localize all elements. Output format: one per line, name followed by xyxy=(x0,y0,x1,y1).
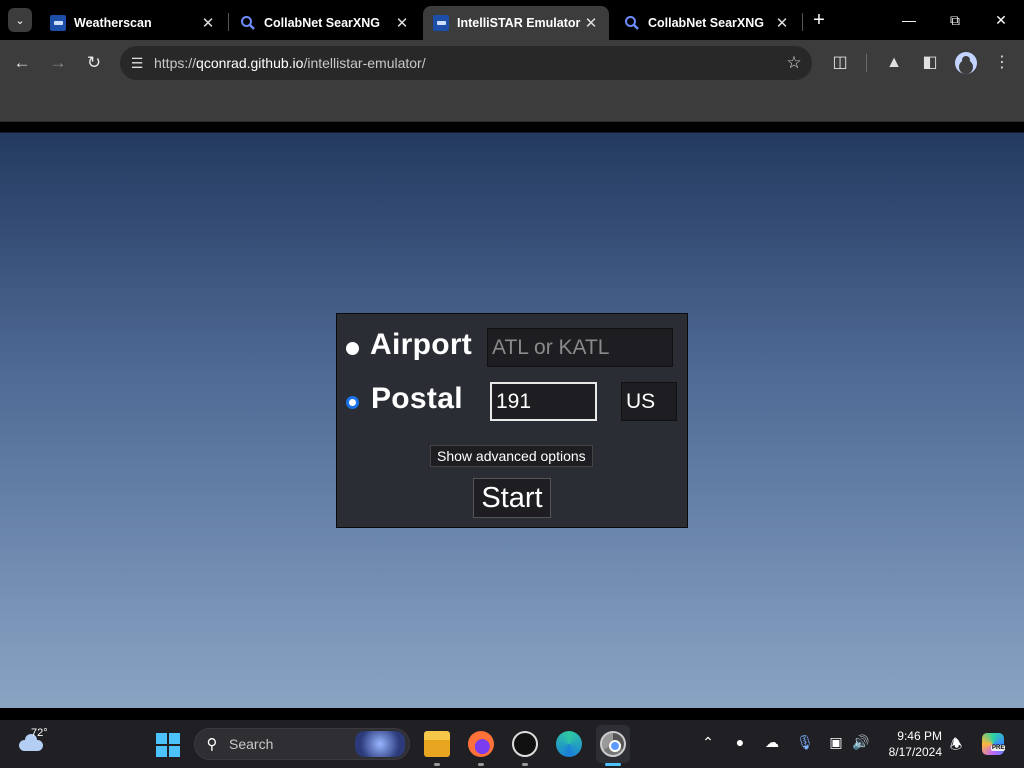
speaker-icon[interactable]: 🔊 xyxy=(851,734,871,751)
copilot-badge: PRE xyxy=(991,745,1006,751)
windows-start-button[interactable] xyxy=(156,733,180,757)
weather-widget[interactable]: 72° xyxy=(16,727,50,759)
page-background: Airport Postal Show advanced options Sta… xyxy=(0,122,1024,708)
restore-button[interactable]: ⧉ xyxy=(941,8,969,32)
tab-title: CollabNet SearXNG xyxy=(264,16,381,30)
tab-separator xyxy=(228,13,229,31)
copilot-icon[interactable]: PRE xyxy=(982,733,1006,755)
browser-toolbar: ← → ↻ ☰ https://qconrad.github.io/intell… xyxy=(0,40,1024,86)
windows-logo-icon xyxy=(169,746,180,757)
tab-separator xyxy=(802,13,803,31)
tab-title: Weatherscan xyxy=(74,16,152,30)
running-indicator xyxy=(522,763,528,766)
arrow-left-icon: ← xyxy=(13,53,31,72)
chevron-up-icon[interactable]: ⌃ xyxy=(698,734,718,751)
weather-temperature: 72° xyxy=(31,727,48,739)
airport-input[interactable] xyxy=(487,328,673,367)
reload-icon: ↻ xyxy=(86,53,102,72)
tab-search-button[interactable]: ⌄ xyxy=(8,8,32,32)
url-scheme: https:// xyxy=(154,55,197,71)
windows-logo-icon xyxy=(156,746,167,757)
country-code-input[interactable] xyxy=(621,382,677,421)
url-text[interactable]: https://qconrad.github.io/intellistar-em… xyxy=(154,55,776,71)
taskbar-search-placeholder: Search xyxy=(229,736,274,752)
chrome-icon[interactable] xyxy=(600,731,626,757)
taskbar-search-box[interactable]: ⚲ Search xyxy=(194,728,410,760)
running-indicator xyxy=(434,763,440,766)
search-highlight-image xyxy=(355,731,405,757)
tab-searxng-2[interactable]: CollabNet SearXNG ✕ xyxy=(614,6,800,40)
minimize-button[interactable]: — xyxy=(895,8,923,32)
forward-button[interactable]: → xyxy=(45,50,71,76)
reload-button[interactable]: ↻ xyxy=(81,50,107,76)
taskbar: 72° ⚲ Search ⌃ ● ☁ 🎙 ▣ 🔊 9:46 PM 8/17/20… xyxy=(0,720,1024,768)
display-icon[interactable]: ▣ xyxy=(826,734,846,751)
tab-close-icon[interactable]: ✕ xyxy=(394,14,410,32)
windows-logo-icon xyxy=(156,733,167,744)
toolbar-divider xyxy=(866,54,867,72)
show-advanced-options-button[interactable]: Show advanced options xyxy=(430,445,593,467)
site-info-icon[interactable]: ☰ xyxy=(120,55,154,72)
edge-icon[interactable] xyxy=(556,731,582,757)
menu-kebab-icon[interactable]: ⋮ xyxy=(990,51,1014,75)
obs-studio-icon[interactable] xyxy=(512,731,538,757)
airport-radio[interactable] xyxy=(346,342,359,355)
windows-logo-icon xyxy=(169,733,180,744)
tab-title: CollabNet SearXNG xyxy=(648,16,765,30)
obs-tray-icon[interactable]: ● xyxy=(730,734,750,750)
page-bottom-border xyxy=(0,708,1024,720)
clock-date: 8/17/2024 xyxy=(888,745,942,759)
close-window-button[interactable]: ✕ xyxy=(987,8,1015,32)
notification-bell-icon[interactable]: 🕭 xyxy=(946,734,966,758)
browser-bookmark-bar xyxy=(0,86,1024,122)
bookmark-star-icon[interactable]: ☆ xyxy=(776,53,812,73)
search-icon: ⚲ xyxy=(206,736,218,753)
tab-searxng-1[interactable]: CollabNet SearXNG ✕ xyxy=(230,6,420,40)
close-icon: ✕ xyxy=(995,12,1007,28)
url-host: qconrad.github.io xyxy=(196,55,304,71)
system-clock[interactable]: 9:46 PM 8/17/2024 xyxy=(884,728,942,760)
plus-icon: + xyxy=(813,9,825,31)
microphone-icon[interactable]: 🎙 xyxy=(795,734,815,751)
url-path: /intellistar-emulator/ xyxy=(303,55,426,71)
profile-avatar[interactable] xyxy=(955,52,977,74)
back-button[interactable]: ← xyxy=(9,50,35,76)
airport-label: Airport xyxy=(370,328,473,361)
tab-title: IntelliSTAR Emulator xyxy=(457,16,581,30)
restore-icon: ⧉ xyxy=(950,12,960,28)
searxng-icon xyxy=(240,15,256,31)
chevron-down-icon: ⌄ xyxy=(15,14,25,27)
tab-strip: ⌄ Weatherscan ✕ CollabNet SearXNG ✕ Inte… xyxy=(0,0,1024,40)
searxng-icon xyxy=(624,15,640,31)
cloud-offline-icon[interactable]: ☁ xyxy=(762,734,782,751)
location-settings-panel: Airport Postal Show advanced options Sta… xyxy=(336,313,688,528)
tab-close-icon[interactable]: ✕ xyxy=(200,14,216,32)
address-bar[interactable]: ☰ https://qconrad.github.io/intellistar-… xyxy=(120,46,812,80)
file-explorer-icon[interactable] xyxy=(424,731,450,757)
running-indicator xyxy=(478,763,484,766)
weatherscan-icon xyxy=(50,15,66,31)
new-tab-button[interactable]: + xyxy=(808,10,830,32)
labs-flask-icon[interactable]: ▲ xyxy=(882,51,906,75)
minimize-icon: — xyxy=(902,12,916,28)
start-button[interactable]: Start xyxy=(473,478,551,518)
postal-code-input[interactable] xyxy=(490,382,597,421)
arrow-right-icon: → xyxy=(49,53,67,72)
tab-close-icon[interactable]: ✕ xyxy=(583,14,599,32)
tab-weatherscan[interactable]: Weatherscan ✕ xyxy=(40,6,226,40)
tab-intellistar[interactable]: IntelliSTAR Emulator ✕ xyxy=(423,6,609,40)
weatherscan-icon xyxy=(433,15,449,31)
extensions-icon[interactable]: ◫ xyxy=(828,51,852,75)
cloud-icon xyxy=(19,734,43,751)
postal-label: Postal xyxy=(371,382,463,415)
tab-close-icon[interactable]: ✕ xyxy=(774,14,790,32)
clock-time: 9:46 PM xyxy=(897,729,942,743)
postal-radio[interactable] xyxy=(346,396,359,409)
running-indicator-active xyxy=(605,763,621,766)
firefox-icon[interactable] xyxy=(468,731,494,757)
side-panel-icon[interactable]: ◧ xyxy=(918,51,942,75)
